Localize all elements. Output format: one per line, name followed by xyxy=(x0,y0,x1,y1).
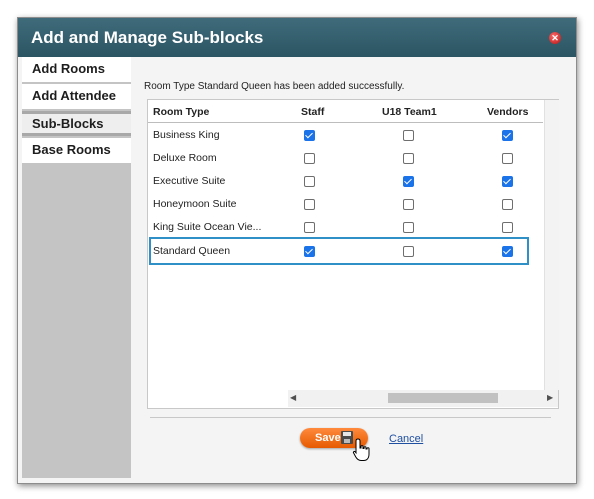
vertical-scrollbar[interactable] xyxy=(544,100,559,390)
room-type-cell: Honeymoon Suite xyxy=(153,198,237,210)
staff-checkbox[interactable] xyxy=(304,222,315,233)
tab-label: Add Attendee xyxy=(32,88,117,103)
close-icon[interactable]: ✕ xyxy=(549,32,561,44)
sidebar: Add Rooms Add Attendee Sub-Blocks Base R… xyxy=(22,57,131,478)
vendors-checkbox[interactable] xyxy=(502,199,513,210)
vendors-checkbox[interactable] xyxy=(502,176,513,187)
tab-sub-blocks[interactable]: Sub-Blocks xyxy=(22,111,131,136)
tab-base-rooms[interactable]: Base Rooms xyxy=(22,138,131,163)
table-row: King Suite Ocean Vie... xyxy=(148,215,543,238)
cancel-link[interactable]: Cancel xyxy=(389,433,423,445)
tab-label: Sub-Blocks xyxy=(32,116,104,131)
horizontal-scroll-thumb[interactable] xyxy=(388,393,498,403)
column-header-u18-team1: U18 Team1 xyxy=(382,106,437,118)
tab-label: Add Rooms xyxy=(32,61,105,76)
tab-add-rooms[interactable]: Add Rooms xyxy=(22,57,131,82)
tab-add-attendee[interactable]: Add Attendee xyxy=(22,84,131,109)
column-header-staff: Staff xyxy=(301,106,325,118)
u18-team1-checkbox[interactable] xyxy=(403,130,414,141)
vendors-checkbox[interactable] xyxy=(502,153,513,164)
manage-sub-blocks-dialog: Add and Manage Sub-blocks ✕ Add Rooms Ad… xyxy=(17,17,577,484)
room-type-cell: Executive Suite xyxy=(153,175,226,187)
staff-checkbox[interactable] xyxy=(304,199,315,210)
success-message: Room Type Standard Queen has been added … xyxy=(144,81,405,92)
room-type-cell: Deluxe Room xyxy=(153,152,217,164)
horizontal-scrollbar[interactable]: ◀ ▶ xyxy=(288,390,558,407)
vendors-checkbox[interactable] xyxy=(502,222,513,233)
scroll-left-arrow-icon[interactable]: ◀ xyxy=(290,393,296,402)
hand-pointer-cursor-icon xyxy=(352,438,370,461)
vendors-checkbox[interactable] xyxy=(502,130,513,141)
u18-team1-checkbox[interactable] xyxy=(403,153,414,164)
staff-checkbox[interactable] xyxy=(304,153,315,164)
footer-divider xyxy=(150,417,551,418)
u18-team1-checkbox[interactable] xyxy=(403,199,414,210)
u18-team1-checkbox[interactable] xyxy=(403,176,414,187)
room-type-cell: King Suite Ocean Vie... xyxy=(153,221,262,233)
staff-checkbox[interactable] xyxy=(304,130,315,141)
table-row: Honeymoon Suite xyxy=(148,192,543,215)
table-row: Business King xyxy=(148,123,543,146)
u18-team1-checkbox[interactable] xyxy=(403,222,414,233)
room-type-cell: Business King xyxy=(153,129,220,141)
scroll-right-arrow-icon[interactable]: ▶ xyxy=(547,393,553,402)
dialog-title: Add and Manage Sub-blocks xyxy=(31,28,264,47)
staff-checkbox[interactable] xyxy=(304,176,315,187)
column-header-vendors: Vendors xyxy=(487,106,529,118)
dialog-titlebar: Add and Manage Sub-blocks ✕ xyxy=(18,18,576,57)
table-row: Executive Suite xyxy=(148,169,543,192)
column-header-room-type: Room Type xyxy=(153,106,210,118)
added-row-highlight xyxy=(149,237,529,265)
tab-label: Base Rooms xyxy=(32,142,111,157)
sub-blocks-panel: Room Type Standard Queen has been added … xyxy=(131,57,576,483)
grid-header: Room Type Staff U18 Team1 Vendors xyxy=(148,100,543,123)
table-row: Deluxe Room xyxy=(148,146,543,169)
sub-blocks-grid: Room Type Staff U18 Team1 Vendors Busine… xyxy=(147,99,559,409)
save-button-label: Save xyxy=(315,432,341,444)
